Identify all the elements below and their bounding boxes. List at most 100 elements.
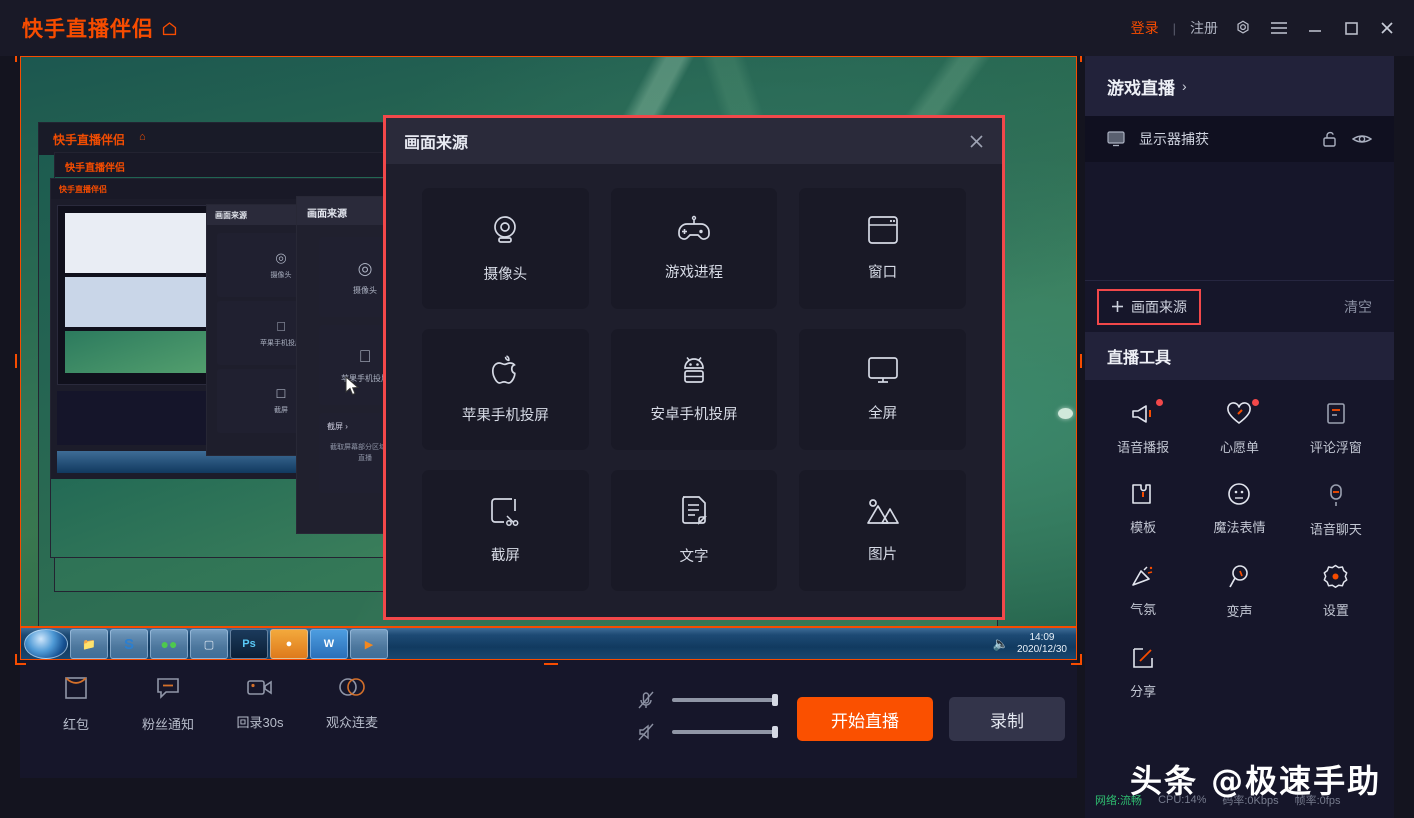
taskbar-time: 14:09 — [1029, 632, 1055, 643]
explorer-icon[interactable]: 📁 — [70, 629, 108, 659]
webcam-icon — [488, 213, 522, 247]
browser-icon[interactable]: ● — [270, 629, 308, 659]
start-orb-icon[interactable] — [24, 629, 68, 659]
scene-header[interactable]: 游戏直播 › — [1085, 56, 1394, 116]
minimize-icon[interactable] — [1304, 17, 1326, 39]
unlock-icon[interactable] — [1321, 130, 1338, 148]
source-tile-label: 安卓手机投屏 — [650, 407, 738, 423]
eye-icon[interactable] — [1352, 132, 1372, 146]
bottom-tool-label: 粉丝通知 — [142, 717, 195, 732]
gear-icon — [1323, 564, 1348, 589]
taskbar-date: 2020/12/30 — [1016, 644, 1067, 655]
text-doc-icon — [680, 495, 708, 529]
app-brand: 快手直播伴侣 — [22, 13, 178, 43]
bottom-toolbar: 红包 粉丝通知 回录30s 观众连麦 开始直播 录制 — [20, 660, 1077, 778]
tool-comment-float[interactable]: 评论浮窗 — [1288, 396, 1384, 462]
app-root: 快手直播伴侣 ⌂ 登录 | 注册 ◉ ≡ — □ ✕ 快手直播伴侣 快手直播伴侣 — [0, 0, 1414, 818]
tool-share[interactable]: 分享 — [1095, 640, 1191, 706]
add-source-button[interactable]: 画面来源 — [1097, 288, 1201, 325]
bottom-tool-replay[interactable]: 回录30s — [236, 676, 284, 733]
photoshop-icon[interactable]: Ps — [230, 629, 268, 659]
mic-volume-slider[interactable] — [672, 694, 778, 706]
gear-icon[interactable] — [1232, 17, 1254, 39]
close-icon[interactable] — [1376, 17, 1398, 39]
mic-muted-icon[interactable] — [636, 690, 656, 710]
monitor-icon — [1107, 131, 1125, 147]
wechat-icon[interactable]: ●● — [150, 629, 188, 659]
media-player-icon[interactable]: ▶ — [350, 629, 388, 659]
login-button[interactable]: 登录 — [1131, 18, 1159, 38]
bottom-tool-fan-notice[interactable]: 粉丝通知 — [142, 676, 195, 733]
close-icon[interactable] — [964, 129, 988, 153]
source-tile-label: 摄像头 — [483, 267, 528, 283]
tool-voice-broadcast[interactable]: 语音播报 — [1095, 396, 1191, 462]
speaker-muted-icon[interactable] — [636, 722, 656, 742]
tool-voice-chat[interactable]: 语音聊天 — [1288, 476, 1384, 544]
monitor-icon — [866, 356, 900, 386]
bottom-tool-label: 观众连麦 — [326, 715, 379, 730]
titlebar-separator: | — [1172, 20, 1176, 36]
source-tile-window[interactable]: 窗口 — [799, 188, 966, 309]
source-tile-label: 截屏 — [490, 548, 520, 564]
voice-chat-icon — [1325, 482, 1347, 508]
tool-wishlist[interactable]: 心愿单 — [1191, 396, 1287, 462]
modal-title: 画面来源 — [404, 135, 469, 152]
right-panel: 游戏直播 › 显示器捕获 画面来源 清空 直播工具 语音播报 心愿单 评论浮窗 … — [1085, 56, 1394, 818]
fan-notice-icon — [155, 676, 181, 705]
source-tile-fullscreen[interactable]: 全屏 — [799, 329, 966, 450]
speaker-volume-slider[interactable] — [672, 726, 778, 738]
tools-title: 直播工具 — [1107, 350, 1172, 367]
sogou-icon[interactable]: S — [110, 629, 148, 659]
template-icon — [1130, 482, 1156, 506]
speaker-slider-knob[interactable] — [772, 726, 778, 738]
source-list-item-monitor[interactable]: 显示器捕获 — [1085, 116, 1394, 162]
chevron-right-icon[interactable]: › — [1182, 78, 1187, 94]
source-tile-screenshot[interactable]: 截屏 — [422, 470, 589, 591]
register-button[interactable]: 注册 — [1190, 18, 1218, 38]
tools-header: 直播工具 — [1085, 332, 1394, 380]
tool-template[interactable]: 模板 — [1095, 476, 1191, 544]
volume-icon[interactable]: 🔈 — [993, 637, 1009, 650]
modal-header: 画面来源 — [386, 118, 1002, 164]
tool-label: 模板 — [1130, 520, 1157, 535]
mic-slider-knob[interactable] — [772, 694, 778, 706]
tool-settings[interactable]: 设置 — [1288, 558, 1384, 626]
heart-icon — [1226, 399, 1260, 426]
start-live-button[interactable]: 开始直播 — [797, 697, 933, 741]
tool-voice-changer[interactable]: 变声 — [1191, 558, 1287, 626]
tool-atmosphere[interactable]: 气氛 — [1095, 558, 1191, 626]
clear-sources-button[interactable]: 清空 — [1344, 297, 1372, 317]
source-tile-text[interactable]: 文字 — [610, 470, 778, 591]
bottom-tool-label: 回录30s — [236, 715, 284, 730]
app-title: 快手直播伴侣 — [22, 18, 154, 41]
status-cpu: CPU:14% — [1158, 794, 1207, 806]
home-icon[interactable] — [161, 20, 178, 37]
badge-dot — [1156, 399, 1164, 406]
wps-icon[interactable]: W — [310, 629, 348, 659]
record-button[interactable]: 录制 — [949, 697, 1065, 741]
source-tile-label: 文字 — [679, 549, 709, 565]
source-tile-image[interactable]: 图片 — [799, 470, 966, 591]
notepad-icon[interactable]: ▢ — [190, 629, 228, 659]
hamburger-icon[interactable] — [1268, 17, 1290, 39]
source-tile-android-cast[interactable]: 安卓手机投屏 — [610, 329, 778, 450]
source-tile-webcam[interactable]: 摄像头 — [422, 188, 589, 309]
source-list-footer: 画面来源 清空 — [1085, 280, 1394, 332]
source-tile-game-process[interactable]: 游戏进程 — [610, 188, 778, 309]
gamepad-icon — [676, 215, 712, 245]
bottom-tool-red-envelope[interactable]: 红包 — [52, 676, 100, 733]
tool-magic-emoji[interactable]: 魔法表情 — [1191, 476, 1287, 544]
share-icon — [1131, 646, 1155, 670]
source-tile-ios-cast[interactable]: 苹果手机投屏 — [422, 329, 589, 450]
tool-label: 心愿单 — [1219, 440, 1259, 455]
bottom-tool-co-host[interactable]: 观众连麦 — [326, 676, 379, 733]
source-tile-label: 游戏进程 — [664, 265, 723, 281]
source-tiles-grid: 摄像头 游戏进程 窗口 苹果手机投屏 安卓手机投屏 全屏 截屏 文字 图片 — [386, 164, 1002, 617]
titlebar-actions: 登录 | 注册 — [1131, 0, 1398, 56]
voice-changer-icon — [1227, 564, 1251, 590]
tool-label: 设置 — [1322, 603, 1349, 618]
crop-icon — [489, 496, 521, 528]
source-tile-label: 苹果手机投屏 — [461, 408, 549, 424]
nested-dialog-title-4: 画面来源 — [215, 211, 247, 220]
maximize-icon[interactable] — [1340, 17, 1362, 39]
